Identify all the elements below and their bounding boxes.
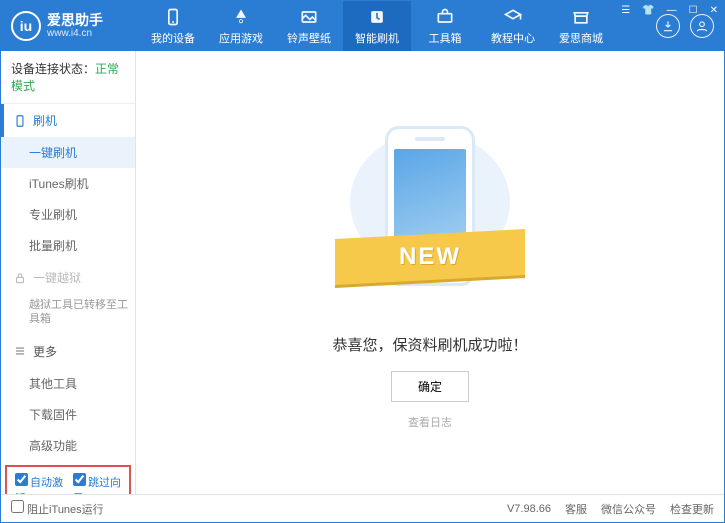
nav-store[interactable]: 爱思商城: [547, 1, 615, 51]
sidebar-item-batch[interactable]: 批量刷机: [1, 230, 135, 261]
sidebar-section-jailbreak: 一键越狱: [1, 261, 135, 294]
view-log-link[interactable]: 查看日志: [408, 414, 452, 430]
sidebar-item-firmware[interactable]: 下载固件: [1, 399, 135, 430]
logo: iu 爱思助手 www.i4.cn: [11, 11, 139, 41]
nav-label: 爱思商城: [559, 30, 603, 46]
tutorial-icon: [503, 7, 523, 27]
sidebar-section-more[interactable]: 更多: [1, 335, 135, 368]
sidebar-item-itunes[interactable]: iTunes刷机: [1, 168, 135, 199]
nav-apps[interactable]: 应用游戏: [207, 1, 275, 51]
section-title: 一键越狱: [33, 269, 81, 286]
download-icon: [661, 19, 675, 33]
auto-activate-checkbox[interactable]: 自动激活: [15, 473, 63, 494]
nav-label: 我的设备: [151, 30, 195, 46]
ribbon-text: NEW: [399, 243, 461, 271]
toolbox-icon: [435, 7, 455, 27]
nav-ringtones[interactable]: 铃声壁纸: [275, 1, 343, 51]
account-button[interactable]: [690, 14, 714, 38]
nav-flash[interactable]: 智能刷机: [343, 1, 411, 51]
settings-icon[interactable]: ☰: [615, 1, 636, 20]
version-label: V7.98.66: [507, 503, 551, 515]
sidebar: 设备连接状态：正常模式 刷机 一键刷机 iTunes刷机 专业刷机 批量刷机 一…: [1, 51, 136, 494]
sidebar-item-oneclick[interactable]: 一键刷机: [1, 137, 135, 168]
flash-icon: [367, 7, 387, 27]
apps-icon: [231, 7, 251, 27]
success-illustration: NEW: [345, 116, 515, 316]
list-icon: [13, 344, 27, 358]
skin-icon[interactable]: 👕: [636, 1, 660, 20]
wallpaper-icon: [299, 7, 319, 27]
phone-icon: [13, 114, 27, 128]
content-area: 设备连接状态：正常模式 刷机 一键刷机 iTunes刷机 专业刷机 批量刷机 一…: [1, 51, 724, 494]
app-url: www.i4.cn: [47, 28, 103, 39]
wechat-link[interactable]: 微信公众号: [601, 501, 656, 517]
nav-toolbox[interactable]: 工具箱: [411, 1, 479, 51]
app-window: ☰ 👕 — ☐ ✕ iu 爱思助手 www.i4.cn 我的设备 应用游戏 铃: [0, 0, 725, 523]
main-panel: NEW 恭喜您，保资料刷机成功啦！ 确定 查看日志: [136, 51, 724, 494]
sidebar-section-flash[interactable]: 刷机: [1, 104, 135, 137]
connection-status: 设备连接状态：正常模式: [1, 51, 135, 104]
block-itunes-checkbox[interactable]: 阻止iTunes运行: [11, 500, 104, 517]
footer: 阻止iTunes运行 V7.98.66 客服 微信公众号 检查更新: [1, 494, 724, 522]
check-update-link[interactable]: 检查更新: [670, 501, 714, 517]
device-icon: [163, 7, 183, 27]
app-name: 爱思助手: [47, 13, 103, 28]
nav-tutorials[interactable]: 教程中心: [479, 1, 547, 51]
checkbox-label: 阻止iTunes运行: [27, 504, 104, 516]
support-link[interactable]: 客服: [565, 501, 587, 517]
user-icon: [695, 19, 709, 33]
nav-my-device[interactable]: 我的设备: [139, 1, 207, 51]
nav-label: 教程中心: [491, 30, 535, 46]
nav-label: 智能刷机: [355, 30, 399, 46]
jailbreak-note: 越狱工具已转移至工具箱: [1, 294, 135, 335]
nav-label: 应用游戏: [219, 30, 263, 46]
sidebar-item-advanced[interactable]: 高级功能: [1, 430, 135, 461]
store-icon: [571, 7, 591, 27]
nav-label: 工具箱: [429, 30, 462, 46]
sidebar-item-other[interactable]: 其他工具: [1, 368, 135, 399]
download-button[interactable]: [656, 14, 680, 38]
ok-button[interactable]: 确定: [391, 371, 469, 402]
lock-icon: [13, 271, 27, 285]
conn-label: 设备连接状态：: [11, 62, 95, 76]
top-nav: 我的设备 应用游戏 铃声壁纸 智能刷机 工具箱 教程中心: [139, 1, 656, 51]
success-message: 恭喜您，保资料刷机成功啦！: [332, 334, 527, 355]
sidebar-item-pro[interactable]: 专业刷机: [1, 199, 135, 230]
logo-icon: iu: [11, 11, 41, 41]
option-checkboxes: 自动激活 跳过向导: [5, 465, 131, 494]
nav-label: 铃声壁纸: [287, 30, 331, 46]
skip-guide-checkbox[interactable]: 跳过向导: [73, 473, 121, 494]
section-title: 更多: [33, 343, 57, 360]
section-title: 刷机: [33, 112, 57, 129]
